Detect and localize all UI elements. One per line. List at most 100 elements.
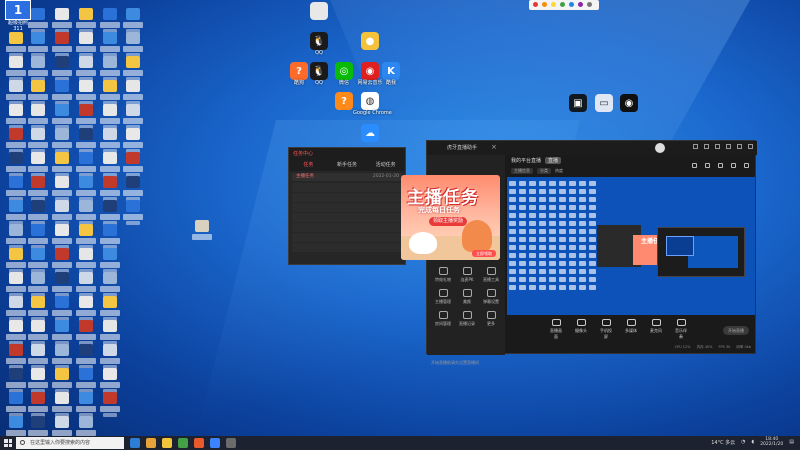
desktop-icon[interactable] — [50, 368, 74, 393]
skin-icon[interactable] — [693, 144, 698, 149]
desktop-icon[interactable] — [74, 176, 98, 201]
settings-icon[interactable] — [578, 2, 583, 7]
tool-item[interactable]: 主播管理 — [431, 289, 455, 305]
desktop-shortcut[interactable]: ◍ Google Chrome — [353, 92, 392, 116]
volume-icon[interactable]: ◖ — [752, 439, 755, 445]
desktop-shortcut[interactable]: ☁ — [353, 124, 387, 142]
close-icon[interactable] — [587, 2, 592, 7]
desktop-icon[interactable] — [98, 200, 122, 225]
desktop-icon[interactable] — [50, 320, 74, 345]
desktop-icon[interactable] — [121, 200, 145, 225]
desktop-icon[interactable] — [74, 32, 98, 57]
avatar[interactable] — [655, 143, 665, 153]
desktop-icon[interactable] — [26, 392, 50, 417]
notification-icon[interactable]: ▤ — [789, 439, 794, 445]
tool-item[interactable]: 更多 — [479, 311, 503, 327]
clock[interactable]: 18:40 2022/1/20 — [760, 437, 783, 447]
desktop-icon[interactable] — [50, 344, 74, 369]
desktop-icon[interactable] — [98, 224, 122, 249]
room-meta-item[interactable]: 分类 — [537, 168, 551, 174]
desktop-icon[interactable] — [98, 296, 122, 321]
desktop-icon[interactable] — [98, 56, 122, 81]
desktop-icon[interactable] — [26, 32, 50, 57]
desktop-icon[interactable] — [121, 176, 145, 201]
close-window-icon[interactable] — [748, 144, 753, 149]
desktop-shortcut[interactable]: ● — [353, 32, 387, 50]
desktop-icon[interactable] — [121, 80, 145, 105]
anchor-task-promo[interactable]: 主播任务 完成每日任务 领取主播奖励 立即领取 — [401, 175, 500, 260]
mic-icon[interactable] — [569, 2, 574, 7]
desktop-icon[interactable] — [4, 272, 28, 297]
desktop-icon[interactable] — [4, 56, 28, 81]
taskbar-app-icon[interactable] — [130, 438, 140, 448]
desktop-icon[interactable] — [98, 392, 122, 417]
desktop-icon[interactable] — [74, 368, 98, 393]
desktop-icon[interactable] — [4, 344, 28, 369]
desktop-icon[interactable] — [26, 128, 50, 153]
desktop-icon[interactable] — [98, 152, 122, 177]
heart-icon[interactable] — [731, 163, 736, 168]
desktop-icon[interactable] — [4, 176, 28, 201]
desktop-icon[interactable] — [26, 248, 50, 273]
brush-icon[interactable] — [551, 2, 556, 7]
desktop-icon[interactable] — [50, 8, 74, 33]
control-button[interactable]: 摄像头 — [574, 319, 588, 334]
desktop-icon[interactable] — [4, 296, 28, 321]
desktop-icon[interactable] — [74, 224, 98, 249]
tab-event[interactable]: 活动任务 — [366, 160, 405, 171]
desktop-icon[interactable] — [121, 56, 145, 81]
desktop-icon[interactable] — [98, 272, 122, 297]
desktop-icon[interactable] — [74, 344, 98, 369]
desktop-icon[interactable] — [26, 368, 50, 393]
network-icon[interactable]: ◔ — [741, 439, 745, 445]
desktop-icon[interactable] — [98, 104, 122, 129]
live-preview[interactable]: 主播任务 — [507, 177, 755, 315]
control-button[interactable]: 手机投屏 — [599, 319, 613, 340]
desktop-icon[interactable] — [98, 128, 122, 153]
tool-item[interactable]: 连麦PK — [455, 267, 479, 283]
desktop-icon[interactable] — [4, 392, 28, 417]
desktop-icon[interactable] — [4, 248, 28, 273]
desktop-icon[interactable] — [98, 8, 122, 33]
desktop-icon[interactable] — [4, 104, 28, 129]
desktop-shortcut[interactable]: 🐧 QQ — [302, 32, 336, 56]
desktop-icon[interactable] — [26, 344, 50, 369]
tool-item[interactable]: 直播记录 — [455, 311, 479, 327]
start-button[interactable] — [4, 439, 12, 447]
desktop-icon[interactable] — [26, 56, 50, 81]
record-icon[interactable] — [533, 2, 538, 7]
menu-icon[interactable] — [715, 144, 720, 149]
pause-icon[interactable] — [542, 2, 547, 7]
desktop-icon[interactable] — [98, 344, 122, 369]
close-icon[interactable]: × — [491, 143, 497, 151]
desktop-icon[interactable] — [26, 272, 50, 297]
desktop-icon[interactable] — [26, 8, 50, 33]
desktop-icon[interactable] — [26, 200, 50, 225]
desktop-icon[interactable] — [50, 80, 74, 105]
go-live-button[interactable]: 开始直播 — [723, 326, 749, 335]
task-row[interactable]: 主播任务 2022-01-20 — [292, 173, 402, 181]
tool-item[interactable]: 直播工具 — [479, 267, 503, 283]
desktop-icon[interactable] — [74, 152, 98, 177]
desktop-icon[interactable] — [4, 320, 28, 345]
desktop-icon[interactable] — [4, 32, 28, 57]
desktop-icon[interactable] — [190, 220, 214, 245]
desktop-shortcut[interactable]: K 酷我 — [374, 62, 408, 86]
desktop-icon[interactable] — [98, 32, 122, 57]
desktop-icon[interactable] — [4, 80, 28, 105]
taskbar-app-icon[interactable] — [194, 438, 204, 448]
desktop-icon[interactable] — [121, 152, 145, 177]
desktop-icon[interactable] — [50, 296, 74, 321]
taskbar-app-icon[interactable] — [146, 438, 156, 448]
taskbar-app-icon[interactable] — [226, 438, 236, 448]
desktop-icon[interactable] — [121, 32, 145, 57]
desktop-icon[interactable] — [98, 368, 122, 393]
camera-icon[interactable] — [560, 2, 565, 7]
desktop-icon[interactable] — [50, 392, 74, 417]
desktop-icon[interactable] — [26, 104, 50, 129]
desktop-icon[interactable] — [50, 176, 74, 201]
desktop-icon[interactable] — [121, 128, 145, 153]
share-icon[interactable] — [744, 163, 749, 168]
minimize-icon[interactable] — [726, 144, 731, 149]
desktop-icon[interactable] — [98, 80, 122, 105]
